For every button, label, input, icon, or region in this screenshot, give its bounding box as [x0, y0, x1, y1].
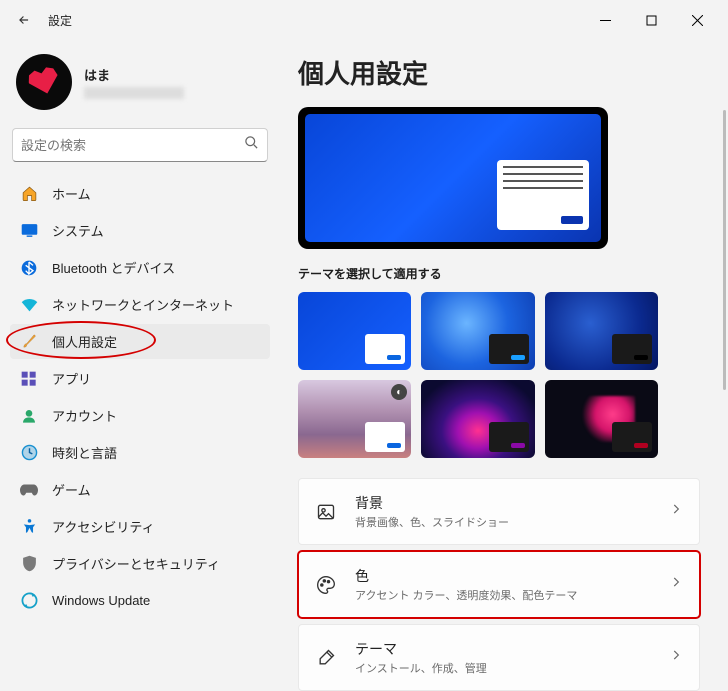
theme-option-1[interactable] [298, 292, 411, 370]
row-desc: インストール、作成、管理 [355, 660, 669, 676]
minimize-icon [600, 15, 611, 26]
nav-list: ホーム システム Bluetooth とデバイス ネットワークとインターネット … [10, 176, 270, 617]
search-input[interactable] [21, 138, 244, 153]
row-title: 色 [355, 566, 669, 586]
gamepad-icon [20, 481, 38, 499]
row-desc: アクセント カラー、透明度効果、配色テーマ [355, 587, 669, 603]
theme-option-2[interactable] [421, 292, 534, 370]
profile-email-redacted [84, 87, 184, 99]
search-icon [244, 135, 259, 155]
system-icon [20, 222, 38, 240]
row-colors[interactable]: 色 アクセント カラー、透明度効果、配色テーマ [298, 551, 700, 618]
chevron-right-icon [669, 502, 683, 521]
scrollbar[interactable] [718, 40, 726, 680]
nav-label: 個人用設定 [52, 332, 117, 351]
sidebar: はま ホーム システム Bluetooth とデバイス [0, 40, 280, 691]
palette-icon [315, 574, 337, 596]
main-content: 個人用設定 テーマを選択して適用する ◐ 背景 背景画像 [280, 40, 728, 691]
bluetooth-icon [20, 259, 38, 277]
chevron-right-icon [669, 575, 683, 594]
paintbrush-icon [20, 333, 38, 351]
nav-bluetooth[interactable]: Bluetooth とデバイス [10, 250, 270, 285]
nav-label: アプリ [52, 369, 91, 388]
wifi-icon [20, 296, 38, 314]
back-button[interactable] [8, 4, 40, 36]
row-desc: 背景画像、色、スライドショー [355, 514, 669, 530]
row-themes[interactable]: テーマ インストール、作成、管理 [298, 624, 700, 691]
profile-section[interactable]: はま [10, 44, 270, 124]
heart-icon [25, 63, 62, 100]
theme-section-label: テーマを選択して適用する [298, 265, 700, 282]
person-icon [20, 407, 38, 425]
avatar [16, 54, 72, 110]
nav-label: アクセシビリティ [52, 517, 155, 536]
update-icon [20, 591, 38, 609]
contrast-badge-icon: ◐ [391, 384, 407, 400]
row-title: 背景 [355, 493, 669, 513]
nav-label: ゲーム [52, 480, 91, 499]
page-title: 個人用設定 [298, 54, 700, 91]
nav-label: Windows Update [52, 593, 150, 608]
settings-list: 背景 背景画像、色、スライドショー 色 アクセント カラー、透明度効果、配色テー… [298, 478, 700, 691]
maximize-button[interactable] [628, 4, 674, 36]
nav-label: ネットワークとインターネット [52, 295, 234, 314]
nav-gaming[interactable]: ゲーム [10, 472, 270, 507]
profile-name: はま [84, 65, 184, 84]
theme-option-3[interactable] [545, 292, 658, 370]
nav-accessibility[interactable]: アクセシビリティ [10, 509, 270, 544]
nav-system[interactable]: システム [10, 213, 270, 248]
minimize-button[interactable] [582, 4, 628, 36]
arrow-left-icon [17, 13, 31, 27]
brush-icon [315, 647, 337, 669]
nav-privacy[interactable]: プライバシーとセキュリティ [10, 546, 270, 581]
search-box[interactable] [12, 128, 268, 162]
title-bar: 設定 [0, 0, 728, 40]
nav-label: プライバシーとセキュリティ [52, 554, 220, 573]
maximize-icon [646, 15, 657, 26]
nav-label: アカウント [52, 406, 117, 425]
theme-option-6[interactable] [545, 380, 658, 458]
chevron-right-icon [669, 648, 683, 667]
accessibility-icon [20, 518, 38, 536]
close-icon [692, 15, 703, 26]
close-button[interactable] [674, 4, 720, 36]
theme-option-5[interactable] [421, 380, 534, 458]
picture-icon [315, 501, 337, 523]
theme-option-4[interactable]: ◐ [298, 380, 411, 458]
nav-label: システム [52, 221, 104, 240]
home-icon [20, 185, 38, 203]
nav-home[interactable]: ホーム [10, 176, 270, 211]
nav-time-language[interactable]: 時刻と言語 [10, 435, 270, 470]
nav-windows-update[interactable]: Windows Update [10, 583, 270, 617]
shield-icon [20, 555, 38, 573]
nav-apps[interactable]: アプリ [10, 361, 270, 396]
globe-clock-icon [20, 444, 38, 462]
nav-label: ホーム [52, 184, 91, 203]
row-background[interactable]: 背景 背景画像、色、スライドショー [298, 478, 700, 545]
apps-icon [20, 370, 38, 388]
row-title: テーマ [355, 639, 669, 659]
nav-accounts[interactable]: アカウント [10, 398, 270, 433]
desktop-preview[interactable] [298, 107, 608, 249]
window-title: 設定 [48, 12, 72, 29]
nav-label: Bluetooth とデバイス [52, 258, 175, 277]
theme-grid: ◐ [298, 292, 658, 458]
nav-label: 時刻と言語 [52, 443, 117, 462]
nav-personalization[interactable]: 個人用設定 [10, 324, 270, 359]
scrollbar-thumb[interactable] [723, 110, 726, 390]
nav-network[interactable]: ネットワークとインターネット [10, 287, 270, 322]
